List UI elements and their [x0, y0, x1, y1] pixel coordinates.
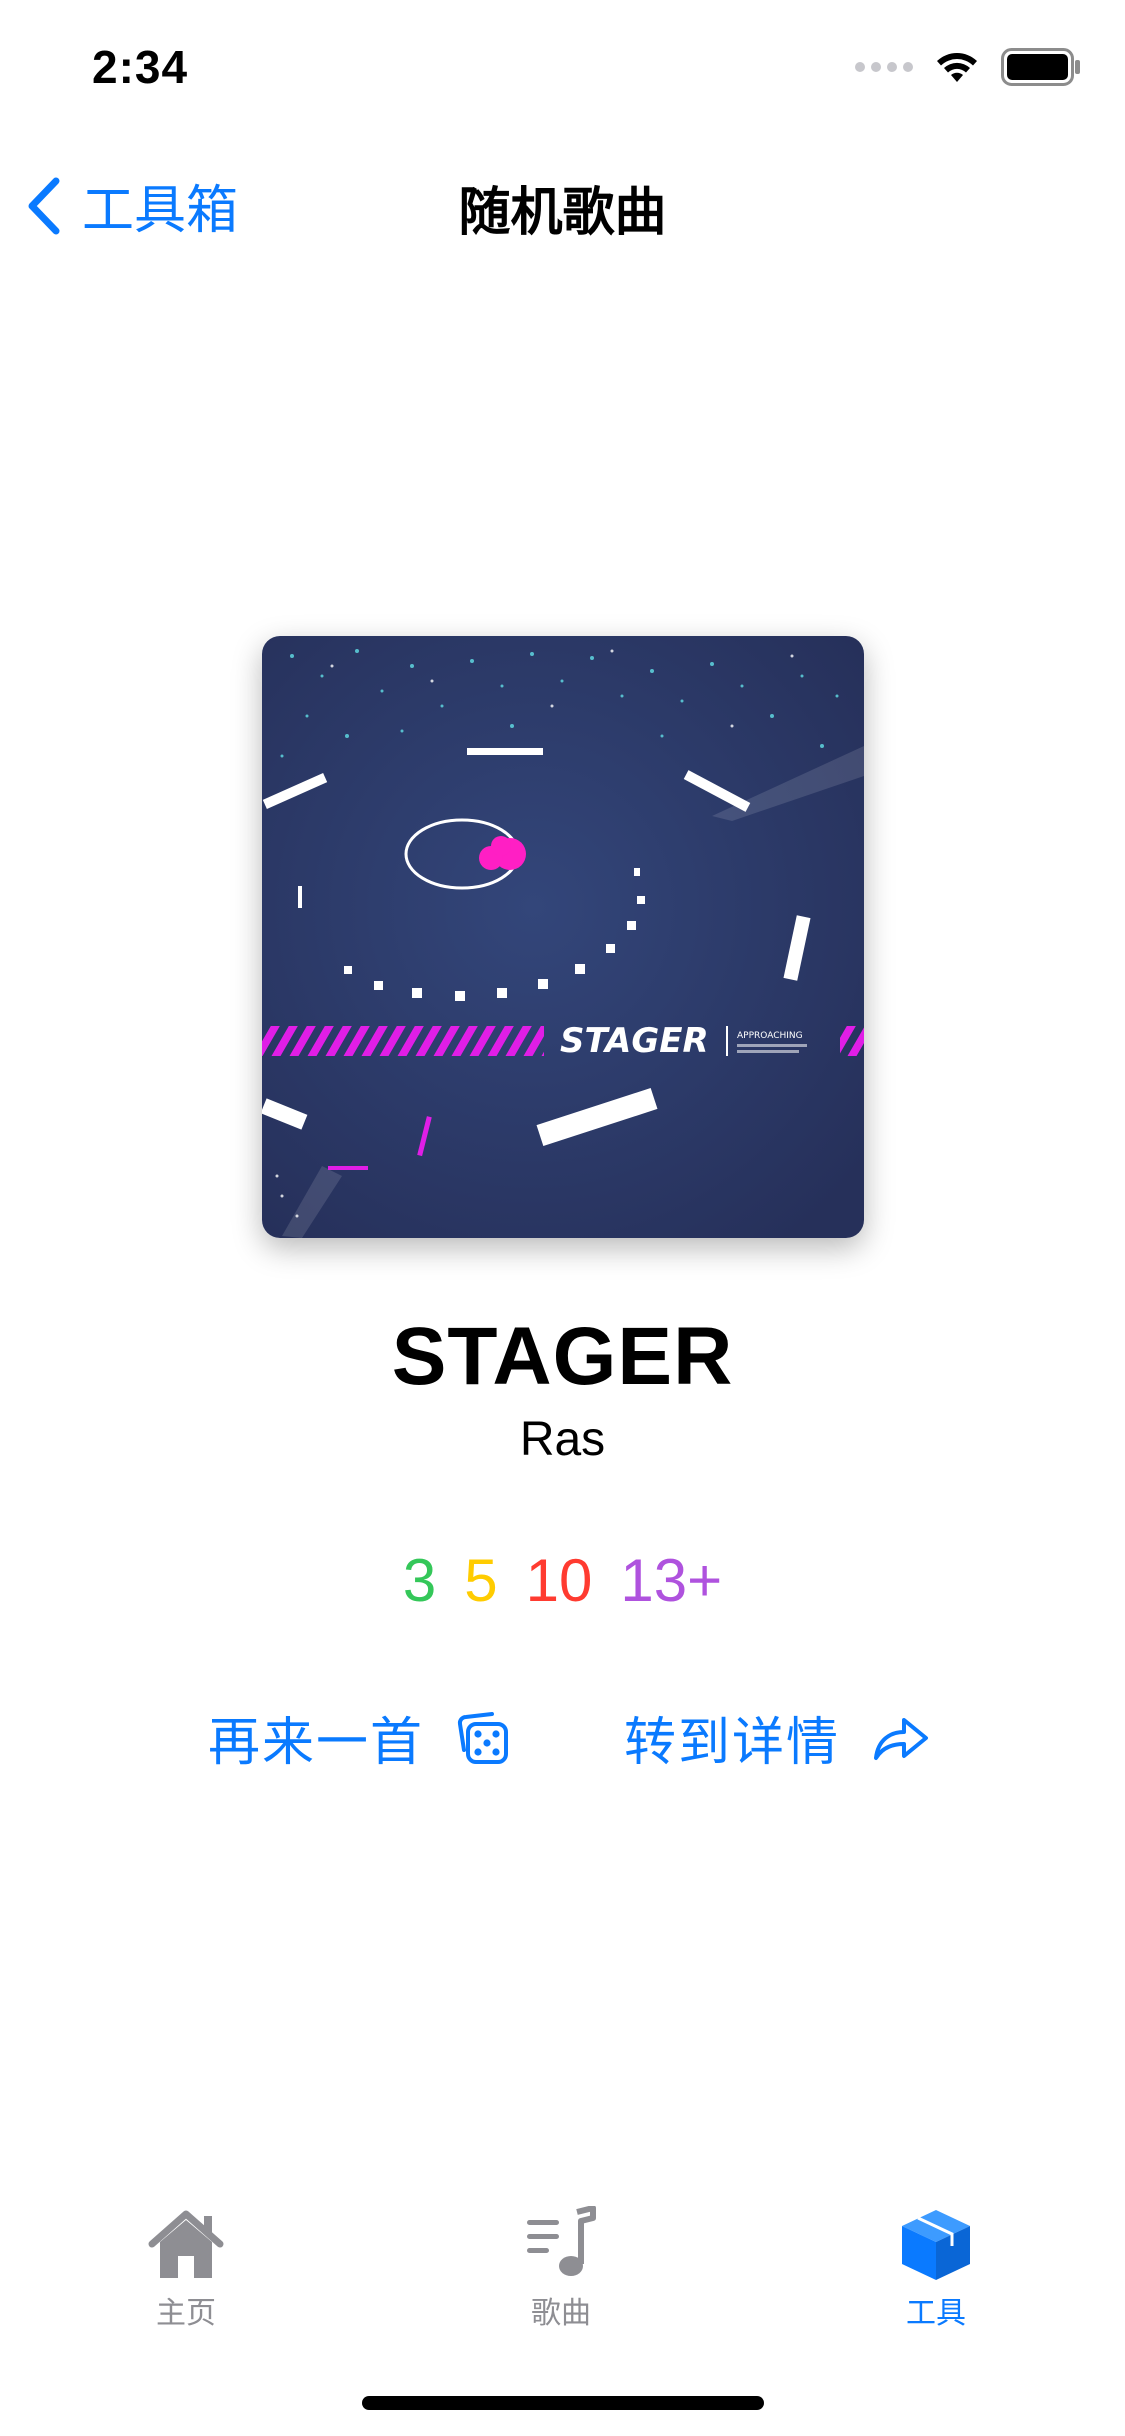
tab-home-label: 主页 [156, 2296, 216, 2331]
difficulty-easy: 3 [402, 1547, 437, 1614]
tab-tools[interactable]: 工具 [836, 2206, 1036, 2332]
status-icons [855, 48, 1081, 86]
song-title: STAGER [391, 1311, 734, 1402]
wifi-icon [937, 53, 977, 82]
album-cover: STAGER APPROACHING [262, 636, 864, 1238]
song-artist: Ras [519, 1413, 606, 1466]
go-to-detail-button[interactable]: 转到详情 [624, 1700, 930, 1775]
status-time: 2:34 [92, 41, 189, 93]
difficulty-hard: 10 [525, 1547, 593, 1614]
go-to-detail-label: 转到详情 [624, 1713, 841, 1773]
tab-songs-label: 歌曲 [531, 2296, 591, 2331]
cover-artwork: STAGER APPROACHING [262, 636, 864, 1238]
home-indicator[interactable] [362, 2396, 764, 2410]
difficulty-normal: 5 [464, 1547, 498, 1614]
cellular-signal-icon [855, 62, 913, 72]
music-list-icon [527, 2206, 596, 2276]
cube-icon [902, 2210, 970, 2280]
difficulty-levels: 3 5 10 13+ [0, 1546, 1125, 1615]
tab-tools-label: 工具 [906, 2296, 966, 2331]
page-title: 随机歌曲 [458, 183, 667, 243]
share-arrow-icon [874, 1717, 929, 1760]
cover-subtitle-text: APPROACHING [737, 1031, 803, 1041]
random-again-button[interactable]: 再来一首 [208, 1700, 510, 1775]
status-bar: 2:34 [0, 0, 1125, 132]
tab-home[interactable]: 主页 [86, 2206, 286, 2332]
random-again-label: 再来一首 [208, 1713, 425, 1773]
navigation-bar: 工具箱 随机歌曲 [0, 150, 1125, 250]
difficulty-expert: 13+ [620, 1547, 723, 1614]
tab-songs[interactable]: 歌曲 [461, 2206, 661, 2332]
cover-title-text: STAGER [560, 1021, 709, 1061]
house-icon [148, 2210, 224, 2278]
battery-icon [1001, 48, 1080, 86]
dice-icon [457, 1711, 509, 1764]
